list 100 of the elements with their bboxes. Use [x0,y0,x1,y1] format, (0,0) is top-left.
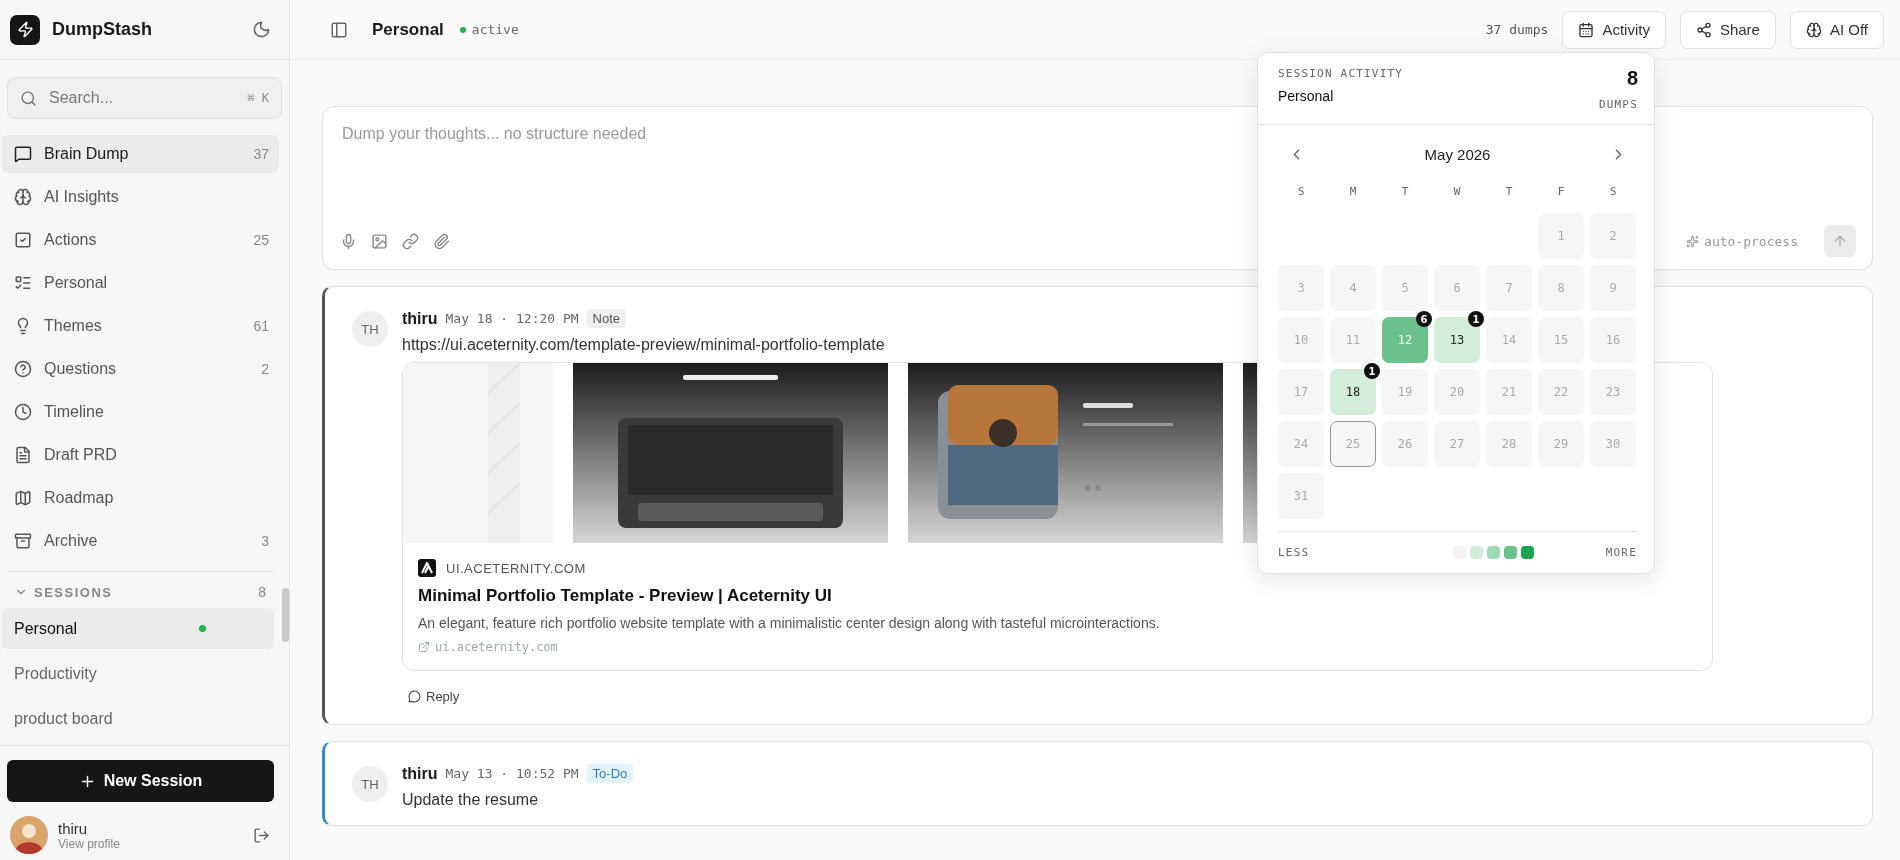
dump-count: 37 dumps [1485,22,1549,37]
new-session-button[interactable]: New Session [7,760,274,802]
nav-item[interactable]: Actions 25 [2,221,279,259]
header-button[interactable]: Activity [1562,10,1666,49]
calendar-day[interactable]: 16 [1590,317,1636,363]
calendar-day[interactable]: 27 [1434,421,1480,467]
preview-url-link[interactable]: ui.aceternity.com [418,640,1697,654]
calendar-day[interactable]: 22 [1538,369,1584,415]
send-button[interactable] [1824,225,1856,257]
nav-icon [14,231,32,249]
user-avatar [10,816,48,854]
post-date: May 18 · 12:20 PM [445,311,579,326]
calendar-day[interactable]: 14 [1486,317,1532,363]
nav-item[interactable]: Personal [2,264,279,302]
nav-icon [14,360,32,378]
calendar-day[interactable]: 21 [1486,369,1532,415]
author-avatar: TH [352,766,388,802]
month-label: May 2026 [1424,145,1491,163]
session-item[interactable]: Productivity [2,653,274,694]
nav-item[interactable]: Roadmap [2,479,279,517]
sessions-label: SESSIONS [34,584,114,600]
calendar-day[interactable]: 20 [1434,369,1480,415]
session-item[interactable]: Personal [2,608,274,649]
calendar-day[interactable]: 31 [1278,473,1324,519]
header-button[interactable]: Share [1679,10,1776,49]
calendar-day[interactable]: 1 [1538,213,1584,259]
shortcut-hint: ⌘ K [247,91,269,105]
brain-icon [1805,21,1822,38]
nav-item[interactable]: Archive 3 [2,522,279,560]
session-item[interactable]: product board [2,698,274,739]
calendar-day[interactable]: 6 [1434,265,1480,311]
author-avatar: TH [352,311,388,347]
calendar-day[interactable]: 3 [1278,265,1324,311]
session-status: active [459,22,1474,37]
calendar-day[interactable]: 26 [1382,421,1428,467]
nav-count: 25 [253,232,269,248]
weekday-label: T [1400,184,1410,200]
dump-count-badge: 1 [1364,363,1380,379]
scrollbar-thumb[interactable] [282,588,289,642]
nav-item[interactable]: AI Insights [2,178,279,216]
calendar-day[interactable]: 17 [1278,369,1324,415]
calendar-day[interactable]: 11 [1330,317,1376,363]
sparkles-icon [1686,234,1700,248]
calendar-day[interactable]: 19 [1382,369,1428,415]
paperclip-icon[interactable] [433,232,450,250]
calendar-day[interactable]: 8 [1538,265,1584,311]
session-title: Personal [372,19,444,40]
dump-total: 8 [1626,67,1638,90]
link-icon[interactable] [402,232,419,250]
user-name: thiru [58,819,89,837]
popover-session: Personal [1278,88,1334,104]
nav-icon [14,145,32,163]
nav-count: 3 [261,533,269,549]
microphone-icon[interactable] [340,232,357,250]
dump-count-badge: 1 [1468,311,1484,327]
search-bar[interactable]: Search... ⌘ K [7,77,282,119]
sessions-toggle[interactable]: SESSIONS 8 [0,572,281,608]
nav-item[interactable]: Brain Dump 37 [2,135,279,173]
nav-icon [14,446,32,464]
calendar-day[interactable]: 15 [1538,317,1584,363]
nav-item[interactable]: Themes 61 [2,307,279,345]
nav-icon [14,532,32,550]
calendar-day[interactable]: 29 [1538,421,1584,467]
weekday-label: F [1556,184,1566,200]
preview-domain: UI.ACETERNITY.COM [446,560,586,576]
nav-item[interactable]: Draft PRD [2,436,279,474]
calendar-icon [1578,21,1595,38]
auto-process-toggle[interactable]: auto-process [1686,233,1798,249]
calendar-day[interactable]: 4 [1330,265,1376,311]
calendar-day[interactable]: 23 [1590,369,1636,415]
header-button[interactable]: AI Off [1789,10,1884,49]
calendar-day[interactable]: 2 [1590,213,1636,259]
reply-button[interactable]: Reply [402,685,466,708]
author-name: thiru [402,764,438,783]
nav-count: 2 [261,361,269,377]
calendar-day[interactable]: 25 [1330,421,1376,467]
nav-item[interactable]: Timeline [2,393,279,431]
calendar-day[interactable]: 5 [1382,265,1428,311]
calendar-day[interactable]: 30 [1590,421,1636,467]
calendar-day[interactable]: 7 [1486,265,1532,311]
legend-less: LESS [1278,546,1310,559]
calendar-day[interactable]: 24 [1278,421,1324,467]
view-profile-link[interactable]: View profile [58,836,239,851]
calendar-day[interactable]: 28 [1486,421,1532,467]
author-name: thiru [402,309,438,328]
calendar-day[interactable]: 10 [1278,317,1324,363]
nav-icon [14,188,32,206]
preview-title: Minimal Portfolio Template - Preview | Aceternity UI [418,586,833,606]
calendar-day[interactable]: 9 [1590,265,1636,311]
image-icon[interactable] [371,232,388,250]
post-date: May 13 · 10:52 PM [445,766,579,781]
post-tag: To-Do [586,764,634,783]
preview-description: An elegant, feature rich portfolio website template with a minimalistic center design along with tasteful microinteractions. [418,615,1161,631]
nav-icon [14,274,32,292]
nav-item[interactable]: Questions 2 [2,350,279,388]
share-icon [1695,21,1712,38]
search-field[interactable]: Search... [47,88,238,108]
site-logo-icon [418,559,436,577]
dump-count-badge: 6 [1416,311,1432,327]
post-tag: Note [586,309,627,328]
